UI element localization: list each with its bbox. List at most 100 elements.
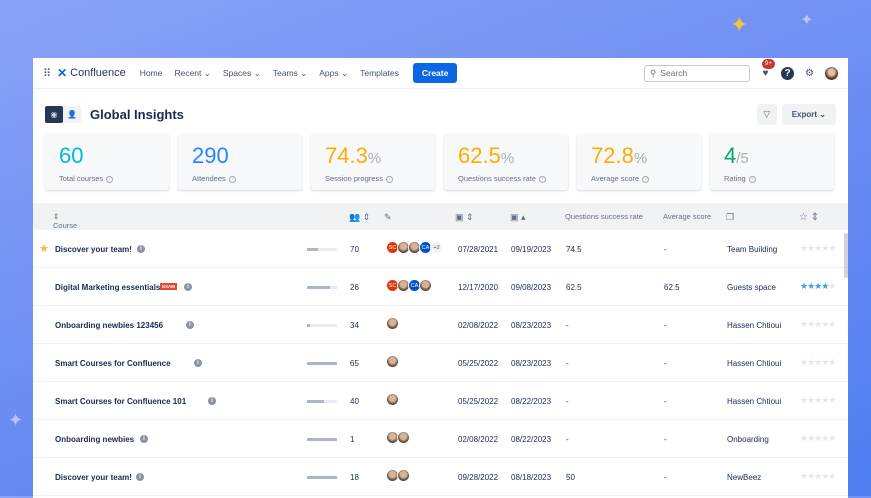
stat-card: 62.5% Questions success rate? [444, 134, 568, 190]
info-icon[interactable]: i [137, 245, 145, 253]
help-icon[interactable]: ? [781, 66, 794, 80]
nav-teams[interactable]: Teams ⌄ [273, 68, 308, 79]
avatar[interactable] [397, 469, 410, 482]
nav-home[interactable]: Home [140, 68, 163, 78]
stat-card: 72.8% Average score? [577, 134, 701, 190]
rating-stars: ★★★★★ [800, 433, 836, 443]
progress-bar [307, 438, 337, 441]
attendees-column-icon[interactable]: 👥 ⇕ [349, 212, 370, 223]
course-name[interactable]: Smart Courses for Confluence [55, 359, 171, 368]
table-row[interactable]: Digital Marketing essentials EXAM i 26 S… [33, 268, 848, 306]
top-navigation: ⠿ ✕ Confluence Home Recent ⌄ Spaces ⌄ Tea… [33, 58, 848, 89]
confluence-logo[interactable]: ✕ Confluence [57, 66, 126, 80]
stat-value: 74.3 [325, 143, 368, 168]
create-button[interactable]: Create [412, 63, 458, 83]
table-row[interactable]: Smart Courses for Confluence i 65 05/25/… [33, 344, 848, 382]
course-name[interactable]: Smart Courses for Confluence 101 [55, 397, 186, 406]
table-row[interactable]: Smart Courses for Confluence 101 i 40 05… [33, 382, 848, 420]
notifications-icon[interactable]: ♥ 9+ [759, 58, 775, 80]
progress-bar [307, 248, 337, 251]
nav-apps[interactable]: Apps ⌄ [319, 68, 348, 79]
space-name[interactable]: Guests space [727, 283, 776, 292]
info-icon[interactable]: i [136, 473, 144, 481]
updated-date: 08/23/2023 [511, 321, 552, 330]
attendees-count: 40 [350, 397, 359, 406]
user-avatar[interactable] [825, 66, 838, 80]
progress-bar [307, 476, 337, 479]
created-date: 12/17/2020 [458, 283, 499, 292]
info-icon[interactable]: i [184, 283, 192, 291]
course-name[interactable]: Onboarding newbies [55, 435, 134, 444]
course-name[interactable]: Digital Marketing essentials [55, 283, 160, 292]
sparkle-icon: ✦ [730, 12, 749, 37]
help-icon[interactable]: ? [228, 175, 236, 183]
info-icon[interactable]: i [186, 321, 194, 329]
help-icon[interactable]: ? [106, 175, 114, 183]
course-name[interactable]: Discover your team! [55, 245, 132, 254]
info-icon[interactable]: i [194, 359, 202, 367]
avatar[interactable] [386, 393, 399, 406]
stat-value: 4 [724, 143, 737, 168]
attendees-count: 34 [350, 321, 359, 330]
owner-avatars: SC CA +2 [386, 241, 443, 254]
avg-score-column-header: Average score [663, 212, 712, 221]
space-name[interactable]: NewBeez [727, 473, 761, 482]
updated-date: 09/19/2023 [511, 245, 552, 254]
avatar[interactable] [397, 431, 410, 444]
scrollbar[interactable] [844, 233, 848, 278]
export-button[interactable]: Export ⌄ [781, 104, 836, 125]
help-icon[interactable]: ? [642, 175, 650, 183]
created-date: 07/28/2021 [458, 245, 499, 254]
owner-avatars: SC CA [386, 279, 432, 292]
search-input[interactable]: ⚲ Search [644, 64, 750, 82]
attendees-count: 65 [350, 359, 359, 368]
progress-bar [307, 362, 337, 365]
space-name[interactable]: Hassen Chtioui [727, 397, 781, 406]
attendees-count: 1 [350, 435, 355, 444]
stat-label: Attendees [192, 174, 226, 183]
rating-column-icon[interactable]: ☆ ⇕ [799, 212, 819, 223]
attendees-count: 18 [350, 473, 359, 482]
owner-avatars [386, 393, 399, 406]
space-name[interactable]: Hassen Chtioui [727, 359, 781, 368]
progress-bar [307, 400, 337, 403]
space-name[interactable]: Onboarding [727, 435, 769, 444]
avatar[interactable] [419, 279, 432, 292]
course-name[interactable]: Onboarding newbies 123456 [55, 321, 163, 330]
created-date-icon[interactable]: ▣ ⇕ [455, 212, 474, 223]
nav-spaces[interactable]: Spaces ⌄ [223, 68, 261, 79]
table-row[interactable]: ★ Discover your team! i 70 SC CA +2 07/28/… [33, 230, 848, 268]
more-avatars[interactable]: +2 [430, 241, 443, 254]
personal-view-toggle[interactable]: 👤 [63, 106, 81, 123]
rating-stars: ★★★★★ [800, 243, 836, 253]
favorite-star-icon[interactable]: ★ [39, 242, 49, 255]
space-name[interactable]: Hassen Chtioui [727, 321, 781, 330]
course-name[interactable]: Discover your team! [55, 473, 132, 482]
help-icon[interactable]: ? [385, 175, 393, 183]
stat-card: 4/5 Rating? [710, 134, 834, 190]
filter-button[interactable]: ▽ [756, 104, 777, 125]
help-icon[interactable]: ? [748, 175, 756, 183]
help-icon[interactable]: ? [538, 175, 546, 183]
table-row[interactable]: Onboarding newbies i 1 02/08/2022 08/22/… [33, 420, 848, 458]
info-icon[interactable]: i [208, 397, 216, 405]
space-name[interactable]: Team Building [727, 245, 777, 254]
qsr-column-header: Questions success rate [565, 212, 643, 221]
nav-recent[interactable]: Recent ⌄ [174, 68, 210, 79]
table-row[interactable]: Discover your team! i 18 09/28/2022 08/1… [33, 458, 848, 496]
table-row[interactable]: Onboarding newbies 123456 i 34 02/08/202… [33, 306, 848, 344]
course-column-header[interactable]: Course ⇕ [53, 212, 77, 230]
updated-date: 09/08/2023 [511, 283, 552, 292]
global-view-toggle[interactable]: ◉ [45, 106, 63, 123]
created-date: 02/08/2022 [458, 321, 499, 330]
updated-date-icon[interactable]: ▣ ▴ [510, 212, 526, 223]
app-switcher-icon[interactable]: ⠿ [43, 67, 51, 80]
owner-avatars [386, 431, 410, 444]
nav-templates[interactable]: Templates [360, 68, 399, 78]
avatar[interactable] [386, 317, 399, 330]
settings-icon[interactable]: ⚙ [803, 67, 816, 80]
info-icon[interactable]: i [140, 435, 148, 443]
stat-label: Questions success rate [458, 174, 536, 183]
attendees-count: 26 [350, 283, 359, 292]
avatar[interactable] [386, 355, 399, 368]
